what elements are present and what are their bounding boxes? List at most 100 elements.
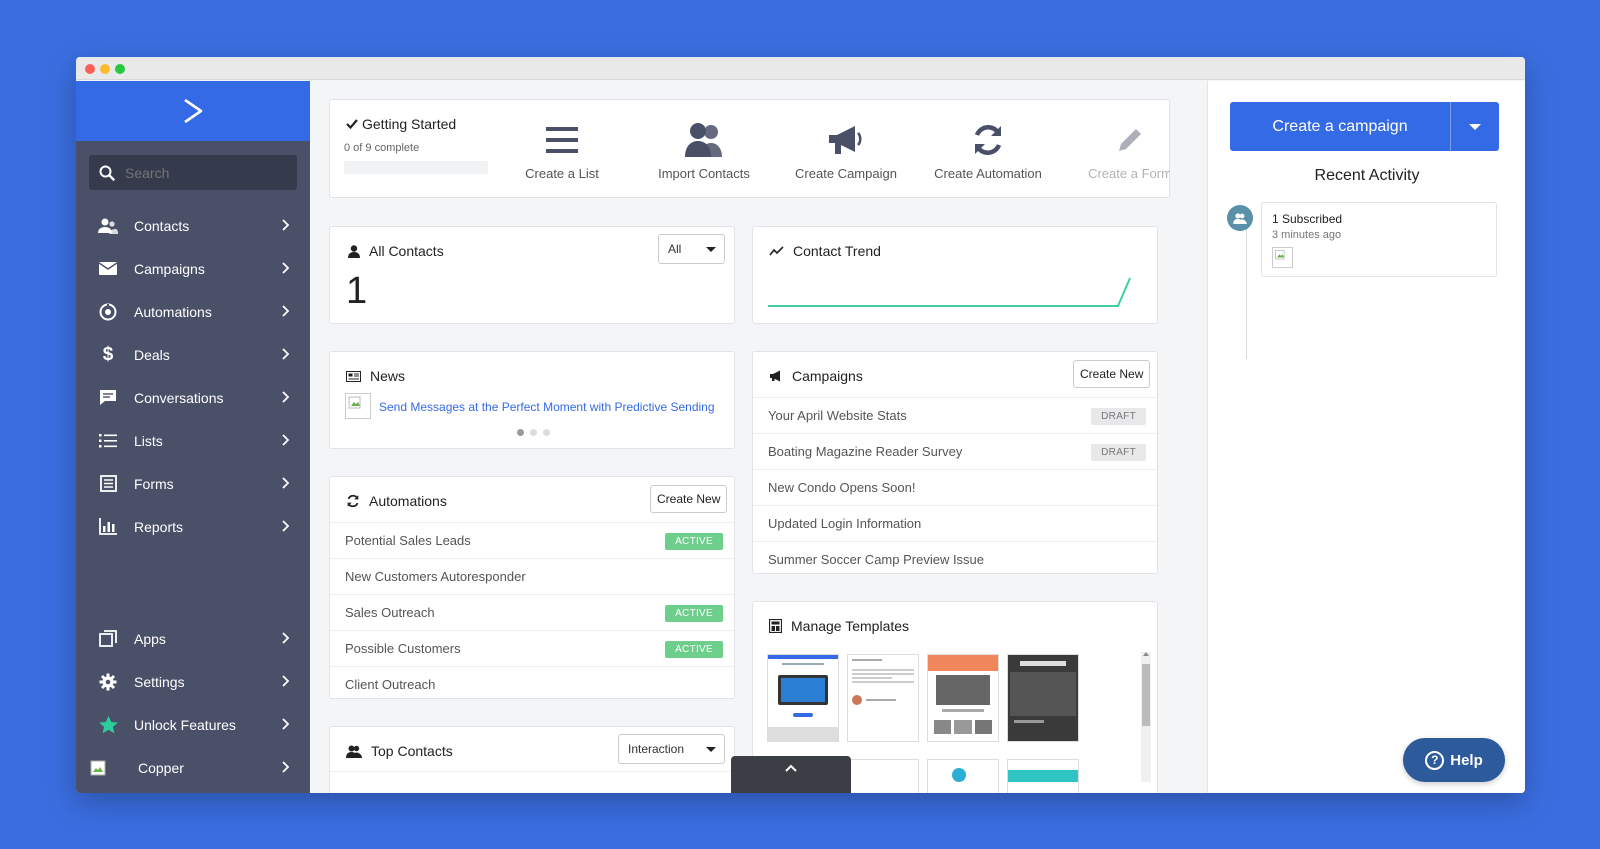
template-thumbnail[interactable] <box>927 654 999 742</box>
table-row[interactable]: Boating Magazine Reader Survey DRAFT <box>753 433 1157 469</box>
maximize-window-button[interactable] <box>115 64 125 74</box>
sidebar-item-lists[interactable]: Lists <box>76 419 310 462</box>
table-row[interactable]: Sales Outreach ACTIVE <box>330 594 734 630</box>
close-window-button[interactable] <box>85 64 95 74</box>
create-campaign-primary-button[interactable]: Create a campaign <box>1230 118 1450 136</box>
table-row[interactable]: New Customers Autoresponder <box>330 558 734 594</box>
envelope-icon <box>98 259 118 279</box>
top-contacts-filter-select[interactable]: Interaction <box>618 734 725 764</box>
template-thumbnail[interactable] <box>847 759 919 793</box>
page-dot-active[interactable] <box>517 429 524 436</box>
search-input[interactable] <box>125 164 275 181</box>
sidebar-item-unlock-features[interactable]: Unlock Features <box>76 703 310 746</box>
status-badge: ACTIVE <box>665 533 723 550</box>
sidebar-item-deals[interactable]: $ Deals <box>76 333 310 376</box>
chevron-right-icon <box>282 476 290 492</box>
template-thumbnail[interactable] <box>847 654 919 742</box>
activity-item[interactable]: 1 Subscribed 3 minutes ago <box>1261 202 1497 277</box>
sidebar-item-automations[interactable]: Automations <box>76 290 310 333</box>
template-icon <box>769 619 782 633</box>
pencil-icon <box>1115 120 1145 160</box>
create-automation-action[interactable]: Create Automation <box>928 120 1048 181</box>
news-pagination <box>517 429 550 436</box>
logo-icon <box>184 98 203 124</box>
sidebar-item-reports[interactable]: Reports <box>76 505 310 548</box>
top-contacts-title: Top Contacts <box>346 743 453 759</box>
search-box[interactable] <box>89 155 297 190</box>
templates-scrollbar[interactable] <box>1141 652 1151 782</box>
dashboard-main: Getting Started 0 of 9 complete Create a… <box>310 81 1188 793</box>
chevron-right-icon <box>282 674 290 690</box>
sidebar-item-label: Forms <box>134 475 174 492</box>
table-row[interactable]: Updated Login Information <box>753 505 1157 541</box>
progress-text: 0 of 9 complete <box>344 142 420 154</box>
contact-trend-title: Contact Trend <box>769 243 881 259</box>
all-contacts-card: All Contacts All 1 <box>329 226 735 324</box>
table-row[interactable]: Potential Sales Leads ACTIVE <box>330 522 734 558</box>
sidebar-item-label: Automations <box>134 303 212 320</box>
chevron-right-icon <box>282 347 290 363</box>
news-card: News Send Messages at the Perfect Moment… <box>329 351 735 449</box>
sidebar-item-apps[interactable]: Apps <box>76 617 310 660</box>
all-contacts-title: All Contacts <box>348 243 444 259</box>
chevron-right-icon <box>282 631 290 647</box>
sidebar-item-conversations[interactable]: Conversations <box>76 376 310 419</box>
table-row[interactable]: Possible Customers ACTIVE <box>330 630 734 666</box>
table-row[interactable]: Summer Soccer Camp Preview Issue <box>753 541 1157 577</box>
sidebar-item-forms[interactable]: Forms <box>76 462 310 505</box>
help-button[interactable]: ? Help <box>1403 738 1505 782</box>
contact-trend-card: Contact Trend <box>752 226 1158 324</box>
chevron-down-icon <box>1469 123 1481 130</box>
template-thumbnail[interactable] <box>1007 759 1079 793</box>
status-badge: DRAFT <box>1091 408 1146 425</box>
table-row[interactable]: Client Outreach <box>330 666 734 702</box>
scroll-top-button[interactable] <box>731 756 851 793</box>
logo-bar[interactable] <box>76 81 310 141</box>
create-campaign-dropdown-button[interactable] <box>1450 102 1499 151</box>
create-list-action[interactable]: Create a List <box>502 120 622 181</box>
sidebar-item-campaigns[interactable]: Campaigns <box>76 247 310 290</box>
bar-chart-icon <box>98 517 118 537</box>
contacts-filter-select[interactable]: All <box>658 234 725 264</box>
sidebar-item-settings[interactable]: Settings <box>76 660 310 703</box>
sidebar-item-label: Lists <box>134 432 163 449</box>
create-form-action[interactable]: Create a Form <box>1070 120 1170 181</box>
broken-image-icon <box>88 758 108 778</box>
chevron-down-icon <box>706 747 716 752</box>
create-campaign-button[interactable]: Create New <box>1073 360 1151 388</box>
right-panel: Create a campaign Recent Activity 1 Subs… <box>1207 81 1525 793</box>
template-thumbnail[interactable] <box>927 759 999 793</box>
search-icon <box>99 165 115 181</box>
question-icon: ? <box>1425 750 1445 770</box>
chat-icon <box>98 388 118 408</box>
sidebar-item-label: Reports <box>134 518 184 535</box>
minimize-window-button[interactable] <box>100 64 110 74</box>
megaphone-icon <box>769 370 783 382</box>
chevron-right-icon <box>282 390 290 406</box>
sidebar-item-contacts[interactable]: Contacts <box>76 204 310 247</box>
chevron-down-icon <box>706 247 716 252</box>
import-contacts-action[interactable]: Import Contacts <box>644 120 764 181</box>
template-thumbnail[interactable] <box>767 654 839 742</box>
page-dot[interactable] <box>530 429 537 436</box>
table-row[interactable]: New Condo Opens Soon! <box>753 469 1157 505</box>
list-icon <box>546 120 578 160</box>
sidebar-item-label: Deals <box>134 346 170 363</box>
create-automation-button[interactable]: Create New <box>650 485 728 513</box>
status-badge: ACTIVE <box>665 605 723 622</box>
contacts-icon <box>98 216 118 236</box>
sidebar-item-copper[interactable]: Copper <box>76 746 310 789</box>
refresh-icon <box>346 494 360 508</box>
create-form-clip: Create a Form <box>1070 100 1170 197</box>
page-dot[interactable] <box>543 429 550 436</box>
user-icon <box>348 244 360 258</box>
window-titlebar <box>76 57 1525 80</box>
sidebar: Contacts Campaigns Automations $ Deals C… <box>76 81 310 793</box>
sidebar-item-label: Campaigns <box>134 260 205 277</box>
checkmark-icon <box>346 119 358 129</box>
table-row[interactable]: Your April Website Stats DRAFT <box>753 397 1157 433</box>
create-campaign-action[interactable]: Create Campaign <box>786 120 906 181</box>
news-link[interactable]: Send Messages at the Perfect Moment with… <box>379 400 715 414</box>
template-thumbnail[interactable] <box>1007 654 1079 742</box>
status-badge: ACTIVE <box>665 641 723 658</box>
